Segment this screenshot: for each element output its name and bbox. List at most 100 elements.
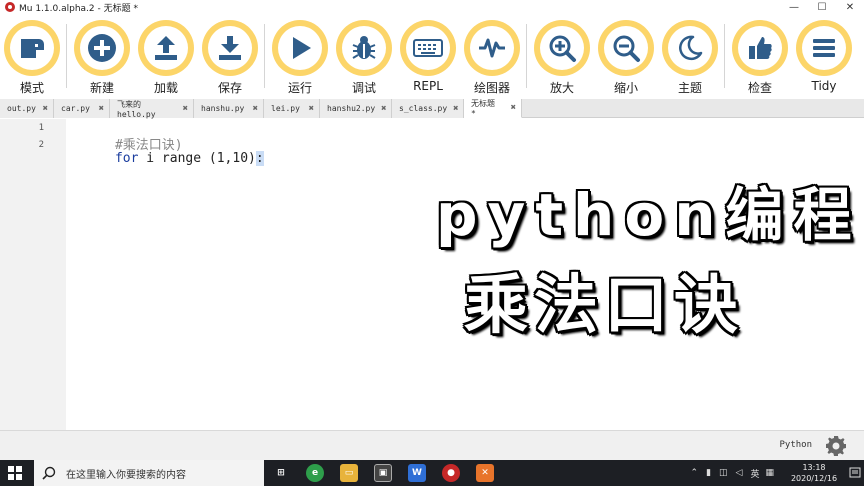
network-icon[interactable]: ◫ [719,468,728,478]
toolbar-separator [724,24,725,88]
play-icon [293,37,311,59]
mu-app-icon[interactable]: ● [442,464,460,482]
ime-grid-icon[interactable]: ▦ [765,468,774,478]
chevron-up-icon[interactable]: ⌃ [691,468,699,478]
tab-lei-py[interactable]: lei.py ✖ [264,99,320,118]
zoom-out-icon [613,35,640,62]
close-tab-icon[interactable]: ✖ [309,104,314,114]
tab-label: 无标题 * [471,99,495,118]
run-label: 运行 [287,81,312,95]
close-tab-icon[interactable]: ✖ [511,103,516,113]
close-tab-icon[interactable]: ✖ [43,104,48,114]
debug-button[interactable]: 调试 [334,20,394,98]
line-number: 1 [38,123,44,133]
repl-button[interactable]: REPL [398,20,458,98]
new-button[interactable]: 新建 [72,20,132,98]
tidy-button[interactable]: Tidy [794,20,854,98]
maximize-button[interactable]: ☐ [808,0,836,14]
close-tab-icon[interactable]: ✖ [381,104,386,114]
search-placeholder: 在这里输入你要搜索的内容 [66,469,186,481]
tab-s-class-py[interactable]: s_class.py ✖ [392,99,464,118]
theme-button[interactable]: 主题 [660,20,720,98]
mu-editor-taskbar-icon[interactable]: ▣ [374,464,392,482]
windows-taskbar: 在这里输入你要搜索的内容 ⊞ e ▭ ▣ W ● ✕ ⌃ ▮ ◫ ◁ 英 ▦ 1… [0,460,864,486]
orange-app-icon[interactable]: ✕ [476,464,494,482]
mode-indicator[interactable]: Python [779,440,812,450]
tab-label: s_class.py [399,104,448,113]
close-tab-icon[interactable]: ✖ [99,104,104,114]
file-explorer-icon[interactable]: ▭ [340,464,358,482]
tidy-label: Tidy [811,79,837,93]
tab-label: 飞来的hello.py [117,99,156,119]
tab-untitled[interactable]: 无标题 * ✖ [464,99,522,118]
plotter-label: 绘图器 [473,81,510,95]
system-tray: ⌃ ▮ ◫ ◁ 英 ▦ [691,460,774,486]
thumbs-up-icon [749,37,772,59]
plus-icon [88,34,116,62]
upload-icon [155,36,177,60]
theme-label: 主题 [677,81,702,95]
close-tab-icon[interactable]: ✖ [183,104,188,114]
taskbar-search-box[interactable]: 在这里输入你要搜索的内容 [34,460,264,486]
run-button[interactable]: 运行 [270,20,330,98]
save-label: 保存 [217,81,242,95]
window-title: Mu 1.1.0.alpha.2 - 无标题 * [19,3,138,14]
minimize-button[interactable]: — [780,0,808,14]
zoom-out-label: 缩小 [613,81,638,95]
tab-hanshu2-py[interactable]: hanshu2.py ✖ [320,99,392,118]
window-controls: — ☐ ✕ [780,0,864,14]
close-tab-icon[interactable]: ✖ [253,104,258,114]
save-button[interactable]: 保存 [200,20,260,98]
tab-label: out.py [7,104,36,113]
search-icon [42,466,56,480]
windows-start-icon[interactable] [8,466,22,480]
volume-icon[interactable]: ◁ [736,468,743,478]
mode-button[interactable]: 模式 [2,20,62,98]
wps-writer-icon[interactable]: W [408,464,426,482]
line-number: 2 [38,140,44,150]
mode-icon [21,39,44,58]
tab-car-py[interactable]: car.py ✖ [54,99,110,118]
bug-icon [352,36,376,59]
menu-lines-icon [813,39,835,57]
toolbar: 模式 新建 加载 保存 运行 调试 REPL 绘图器 放大 缩小 主题 检查 T… [0,14,864,98]
code-text: i range (1,10) [138,151,256,166]
check-label: 检查 [747,81,772,95]
tab-hello-py[interactable]: 飞来的hello.py ✖ [110,99,194,119]
line-number-gutter: 1 2 [0,119,66,430]
waveform-icon [479,38,505,58]
new-label: 新建 [89,81,114,95]
input-language[interactable]: 英 [750,467,759,480]
taskbar-clock[interactable]: 13:18 2020/12/16 [784,462,844,484]
download-icon [219,36,241,60]
toolbar-separator [66,24,67,88]
moon-icon [679,35,703,61]
zoom-in-icon [549,35,576,62]
close-tab-icon[interactable]: ✖ [453,104,458,114]
code-line-2[interactable]: for i range (1,10): [68,136,264,181]
mic-icon[interactable]: ▮ [706,468,711,478]
toolbar-separator [526,24,527,88]
mode-label: 模式 [19,81,44,95]
notification-icon[interactable] [849,467,861,479]
tab-hanshu-py[interactable]: hanshu.py ✖ [194,99,264,118]
tab-label: car.py [61,104,90,113]
overlay-caption-subtitle: 乘法口诀 [464,269,744,343]
mu-editor-screen: Mu 1.1.0.alpha.2 - 无标题 * — ☐ ✕ 模式 新建 加载 [0,0,864,486]
mu-logo-icon [5,2,15,12]
tab-out-py[interactable]: out.py ✖ [0,99,54,118]
keyword-for: for [114,151,139,166]
toolbar-separator [264,24,265,88]
load-label: 加载 [153,81,178,95]
check-button[interactable]: 检查 [730,20,790,98]
zoom-in-button[interactable]: 放大 [532,20,592,98]
plotter-button[interactable]: 绘图器 [462,20,522,98]
task-view-icon[interactable]: ⊞ [272,464,290,482]
close-button[interactable]: ✕ [836,0,864,14]
tab-label: lei.py [271,104,300,113]
debug-label: 调试 [351,81,376,95]
load-button[interactable]: 加载 [136,20,196,98]
zoom-out-button[interactable]: 缩小 [596,20,656,98]
browser-icon[interactable]: e [306,464,324,482]
gear-icon[interactable] [824,434,848,458]
